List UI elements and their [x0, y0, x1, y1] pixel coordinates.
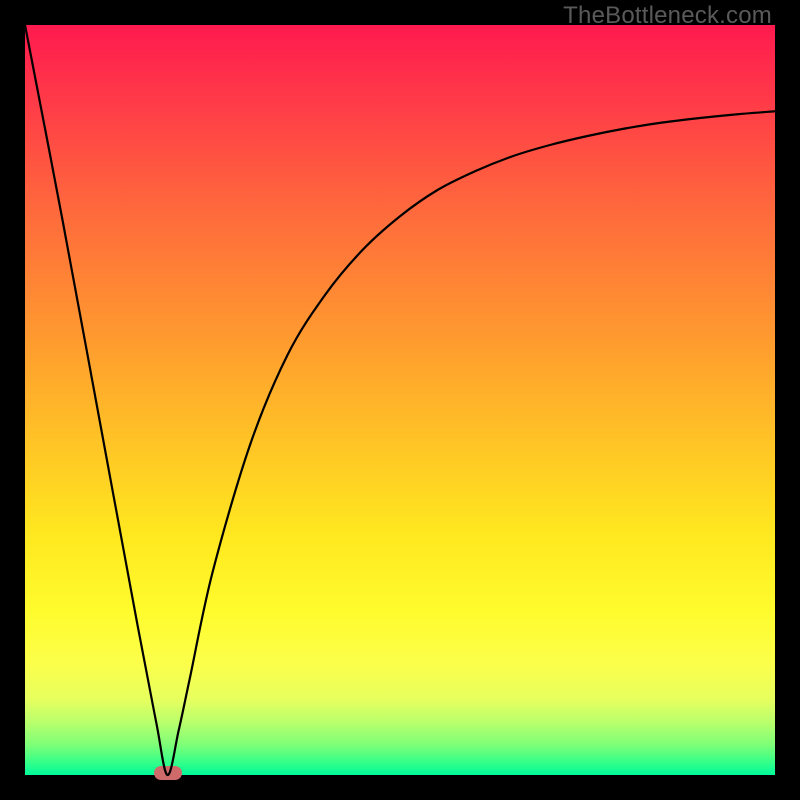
watermark-label: TheBottleneck.com — [563, 2, 772, 30]
plot-area — [25, 25, 775, 775]
curve-path — [25, 25, 775, 775]
chart-frame: TheBottleneck.com — [0, 0, 800, 800]
bottleneck-curve — [25, 25, 775, 775]
